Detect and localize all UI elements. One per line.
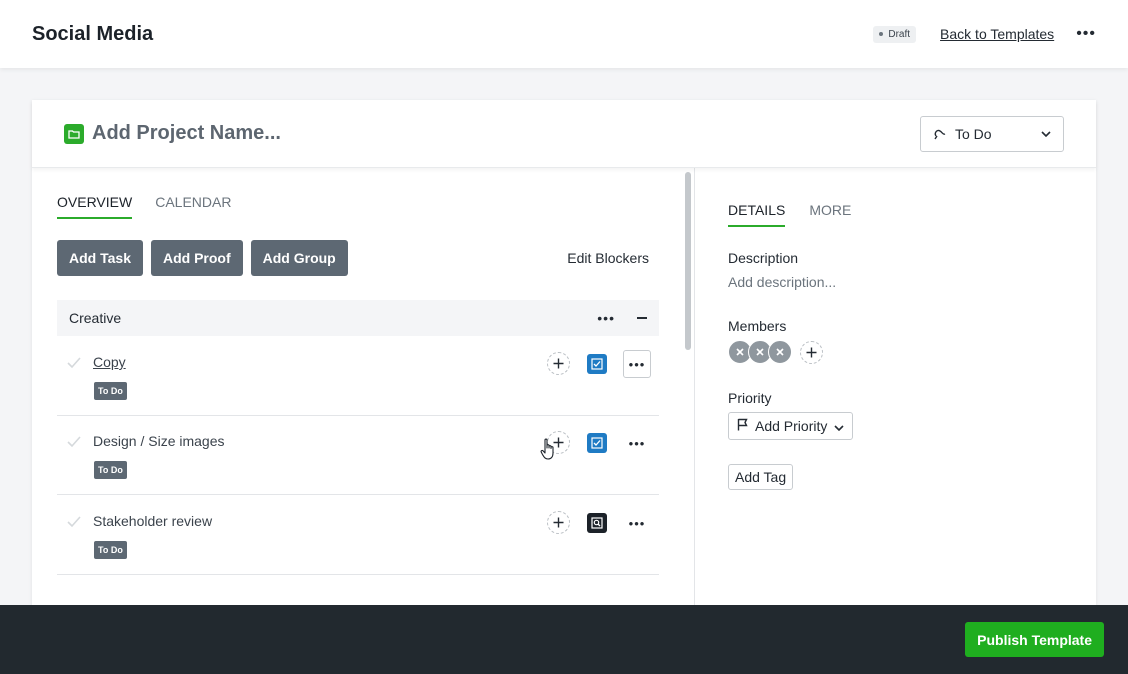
priority-label: Priority bbox=[728, 390, 772, 406]
group-more-button[interactable]: ••• bbox=[597, 310, 615, 326]
header-more-button[interactable]: ••• bbox=[1076, 26, 1096, 42]
task-actions: Add Task Add Proof Add Group Edit Blocke… bbox=[57, 240, 659, 276]
task-name[interactable]: Design / Size images bbox=[93, 433, 225, 449]
priority-button-label: Add Priority bbox=[755, 418, 828, 434]
tab-calendar[interactable]: CALENDAR bbox=[155, 194, 231, 219]
members-label: Members bbox=[728, 318, 787, 334]
details-pane: DETAILS MORE Description Add description… bbox=[696, 168, 1096, 620]
task-name[interactable]: Stakeholder review bbox=[93, 513, 212, 529]
right-tabs: DETAILS MORE bbox=[728, 202, 851, 227]
draft-label: Draft bbox=[888, 28, 911, 40]
members-list bbox=[728, 340, 823, 364]
task-type-icon bbox=[587, 433, 607, 453]
add-member-button[interactable] bbox=[800, 340, 823, 364]
tab-more[interactable]: MORE bbox=[809, 202, 851, 227]
tab-details[interactable]: DETAILS bbox=[728, 202, 786, 227]
check-icon[interactable] bbox=[67, 435, 81, 453]
group-header: Creative ••• bbox=[57, 300, 659, 336]
chevron-down-icon bbox=[834, 418, 844, 434]
flag-icon bbox=[737, 418, 748, 434]
task-status-badge[interactable]: To Do bbox=[94, 541, 127, 559]
description-input[interactable]: Add description... bbox=[728, 274, 836, 290]
top-header: Social Media Draft Back to Templates ••• bbox=[0, 0, 1128, 68]
task-more-button[interactable]: ••• bbox=[623, 429, 651, 457]
status-dot-icon bbox=[879, 32, 884, 36]
back-to-templates-link[interactable]: Back to Templates bbox=[940, 26, 1054, 42]
add-proof-button[interactable]: Add Proof bbox=[150, 240, 243, 276]
status-cycle-icon bbox=[933, 127, 947, 141]
group-name: Creative bbox=[69, 310, 122, 326]
footer-bar: Publish Template bbox=[0, 605, 1128, 674]
avatar[interactable] bbox=[768, 340, 792, 364]
left-tabs: OVERVIEW CALENDAR bbox=[57, 194, 231, 219]
task-more-button[interactable]: ••• bbox=[623, 509, 651, 537]
add-group-button[interactable]: Add Group bbox=[250, 240, 348, 276]
check-icon[interactable] bbox=[67, 356, 81, 374]
task-name[interactable]: Copy bbox=[93, 354, 126, 370]
project-name-input[interactable]: Add Project Name... bbox=[92, 122, 281, 145]
draft-status-badge: Draft bbox=[873, 25, 917, 43]
tab-overview[interactable]: OVERVIEW bbox=[57, 194, 133, 219]
add-tag-button[interactable]: Add Tag bbox=[728, 464, 794, 490]
hand-cursor-icon bbox=[540, 438, 556, 467]
task-type-icon bbox=[587, 354, 607, 374]
task-status-badge[interactable]: To Do bbox=[94, 382, 127, 400]
add-assignee-button[interactable] bbox=[547, 352, 570, 375]
add-priority-dropdown[interactable]: Add Priority bbox=[728, 412, 854, 440]
description-label: Description bbox=[728, 250, 799, 266]
task-status-badge[interactable]: To Do bbox=[94, 461, 127, 479]
header-actions: Draft Back to Templates ••• bbox=[873, 25, 1096, 43]
task-row[interactable]: Copy To Do ••• bbox=[57, 336, 659, 416]
publish-template-button[interactable]: Publish Template bbox=[965, 622, 1104, 657]
task-more-button[interactable]: ••• bbox=[623, 350, 651, 378]
scrollbar[interactable] bbox=[685, 172, 691, 350]
page-title: Social Media bbox=[32, 22, 154, 45]
project-status-dropdown[interactable]: To Do bbox=[920, 115, 1064, 152]
collapse-icon[interactable] bbox=[637, 317, 647, 319]
check-icon[interactable] bbox=[67, 515, 81, 533]
add-task-button[interactable]: Add Task bbox=[57, 240, 143, 276]
task-row[interactable]: Design / Size images To Do ••• bbox=[57, 415, 659, 495]
proof-type-icon bbox=[587, 513, 607, 533]
overview-pane: OVERVIEW CALENDAR Add Task Add Proof Add… bbox=[32, 168, 695, 620]
add-assignee-button[interactable] bbox=[547, 511, 570, 534]
status-value: To Do bbox=[955, 125, 992, 142]
task-row[interactable]: Stakeholder review To Do ••• bbox=[57, 495, 659, 575]
project-header: Add Project Name... To Do bbox=[32, 100, 1096, 168]
project-card: Add Project Name... To Do OVERVIEW CALEN… bbox=[32, 100, 1096, 620]
chevron-down-icon bbox=[1041, 130, 1051, 137]
folder-icon bbox=[64, 123, 84, 144]
edit-blockers-button[interactable]: Edit Blockers bbox=[567, 250, 649, 266]
